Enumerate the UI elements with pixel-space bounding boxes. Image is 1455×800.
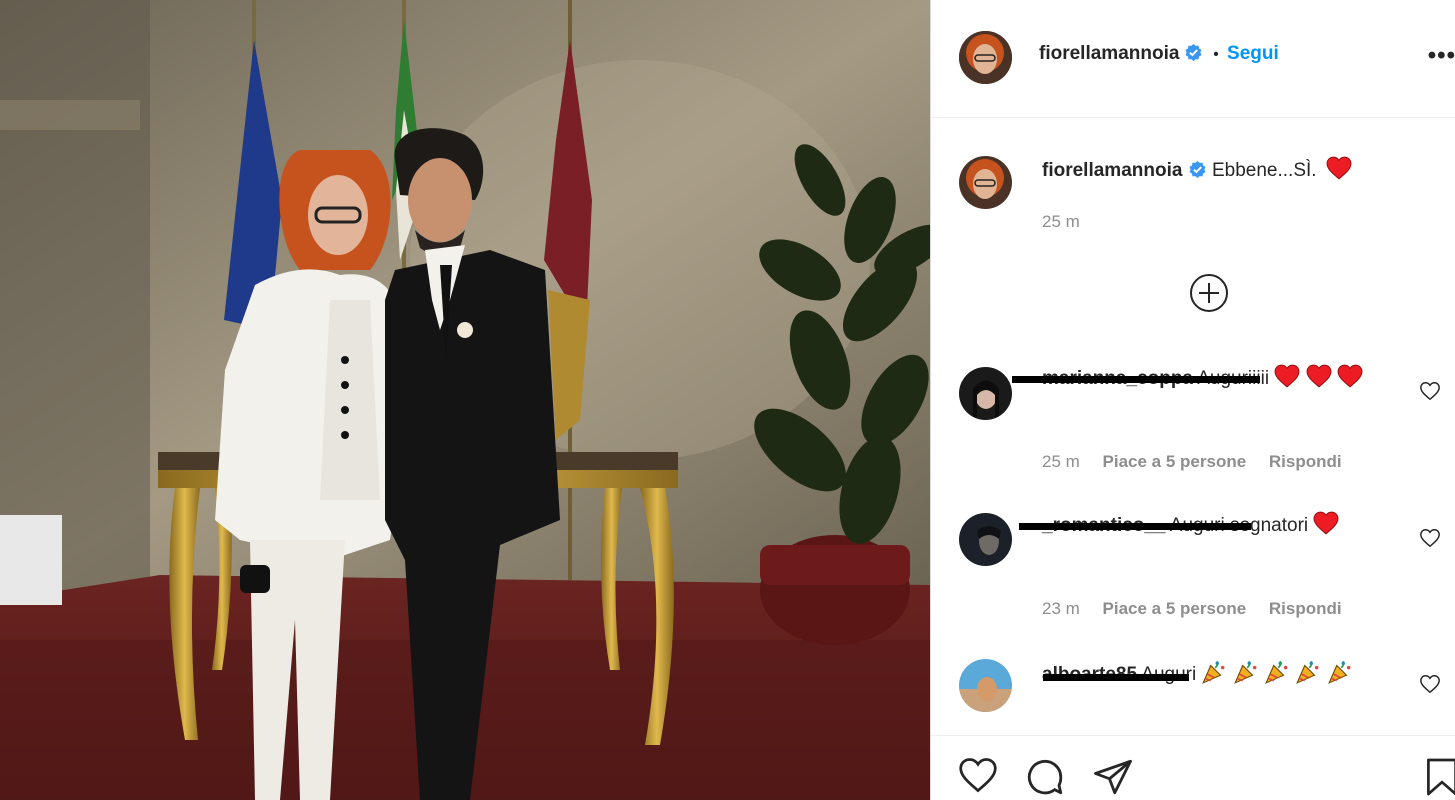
red-heart-icon xyxy=(1306,364,1332,388)
verified-badge-icon xyxy=(1189,160,1206,179)
comment-meta: 25 m Piace a 5 persone Rispondi xyxy=(1042,452,1360,472)
save-bookmark-icon[interactable] xyxy=(1425,756,1455,798)
comment-avatar-image xyxy=(959,367,1012,420)
comment-time: 23 m xyxy=(1042,599,1080,618)
author-avatar[interactable] xyxy=(959,31,1012,84)
comment-likes[interactable]: Piace a 5 persone xyxy=(1103,599,1247,618)
party-popper-icon xyxy=(1202,660,1225,684)
comment-avatar[interactable] xyxy=(959,513,1012,566)
caption-username[interactable]: fiorellamannoia xyxy=(1042,160,1182,181)
more-options-button[interactable]: ••• xyxy=(1428,42,1455,70)
post-photo[interactable] xyxy=(0,0,930,800)
party-popper-icon xyxy=(1327,660,1351,684)
author-avatar-image xyxy=(959,31,1012,84)
post-side-panel: fiorellamannoia • Segui ••• fiorellamann… xyxy=(930,0,1455,800)
header-user-line: fiorellamannoia • Segui xyxy=(1039,43,1279,65)
caption-time: 25 m xyxy=(1042,212,1080,231)
party-popper-icon xyxy=(1265,660,1288,684)
red-heart-icon xyxy=(1274,364,1300,388)
plus-circle-icon[interactable] xyxy=(1189,273,1229,313)
caption-meta: 25 m xyxy=(1042,212,1098,232)
comment-avatar-image xyxy=(959,659,1012,712)
share-paper-plane-icon[interactable] xyxy=(1092,756,1134,798)
like-heart-icon[interactable] xyxy=(957,756,999,794)
like-comment-heart-icon[interactable] xyxy=(1419,527,1441,549)
comment-meta: 23 m Piace a 5 persone Rispondi xyxy=(1042,599,1360,619)
redaction-bar xyxy=(1019,523,1251,530)
red-heart-icon xyxy=(1313,511,1339,535)
comment-avatar[interactable] xyxy=(959,659,1012,712)
like-comment-heart-icon[interactable] xyxy=(1419,380,1441,402)
follow-separator: • xyxy=(1213,46,1219,63)
like-comment-heart-icon[interactable] xyxy=(1419,673,1441,695)
follow-button[interactable]: Segui xyxy=(1227,43,1279,64)
wedding-photo-illustration xyxy=(0,0,930,800)
verified-badge-icon xyxy=(1185,43,1202,62)
reply-button[interactable]: Rispondi xyxy=(1269,452,1342,471)
comment-bubble-icon[interactable] xyxy=(1024,756,1066,798)
party-popper-icon xyxy=(1296,660,1319,684)
post-header: fiorellamannoia • Segui ••• xyxy=(931,0,1455,118)
caption-avatar[interactable] xyxy=(959,156,1012,209)
comment-avatar-image xyxy=(959,513,1012,566)
red-heart-icon xyxy=(1337,364,1363,388)
comment-time: 25 m xyxy=(1042,452,1080,471)
red-heart-icon xyxy=(1326,156,1352,180)
author-username[interactable]: fiorellamannoia xyxy=(1039,43,1179,64)
party-popper-icon xyxy=(1233,660,1257,684)
post-action-bar xyxy=(931,735,1455,800)
caption-text: Ebbene...SÌ. xyxy=(1211,160,1317,181)
redaction-bar xyxy=(1043,674,1189,681)
redaction-bar xyxy=(1012,376,1260,383)
comment-likes[interactable]: Piace a 5 persone xyxy=(1103,452,1247,471)
caption: fiorellamannoia Ebbene...SÌ. xyxy=(1042,156,1352,186)
caption-avatar-image xyxy=(959,156,1012,209)
reply-button[interactable]: Rispondi xyxy=(1269,599,1342,618)
comment-avatar[interactable] xyxy=(959,367,1012,420)
